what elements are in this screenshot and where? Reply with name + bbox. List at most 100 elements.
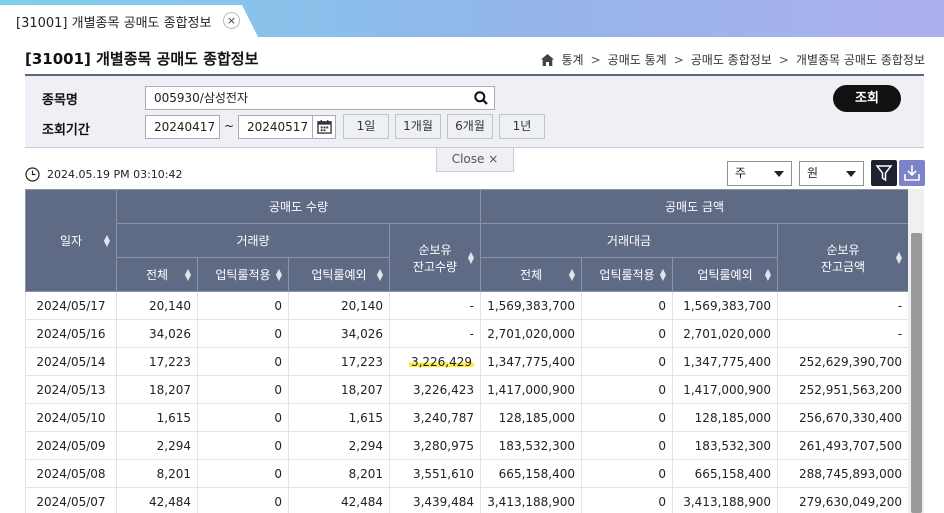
filter-button[interactable] xyxy=(871,160,897,186)
sort-icon: ▲ ▼ xyxy=(764,266,772,282)
table-cell: 3,413,188,900 xyxy=(480,487,583,513)
table-row[interactable]: 2024/05/07 42,484 0 42,484 3,439,484 3,413,18… xyxy=(25,487,910,513)
date-to-input[interactable]: 20240517 xyxy=(238,115,313,139)
table-cell: 3,413,188,900 xyxy=(672,487,779,513)
tab-active[interactable]: [31001] 개별종목 공매도 종합정보 × xyxy=(0,5,258,37)
col-header-qty-total[interactable]: 전체 ▲ ▼ xyxy=(116,257,198,292)
timestamp-text: 2024.05.19 PM 03:10:42 xyxy=(47,168,183,181)
breadcrumb-item[interactable]: 공매도 통계 xyxy=(608,51,667,68)
stock-search-value: 005930/삼성전자 xyxy=(154,91,249,105)
breadcrumb-item[interactable]: 통계 xyxy=(562,51,584,68)
col-header-amt-total[interactable]: 전체 ▲ ▼ xyxy=(480,257,583,292)
table-cell: 20,140 xyxy=(288,291,390,320)
table-cell: 261,493,707,500 xyxy=(777,431,910,460)
download-button[interactable] xyxy=(899,160,925,186)
table-cell: 2,701,020,000 xyxy=(480,319,583,348)
stock-search-input[interactable]: 005930/삼성전자 xyxy=(145,86,495,110)
vertical-scrollbar[interactable] xyxy=(908,189,924,513)
table-cell: 1,347,775,400 xyxy=(672,347,779,376)
tab-close-icon[interactable]: × xyxy=(223,12,240,29)
panel-close-button[interactable]: Close × xyxy=(436,148,514,172)
table-cell: 20,140 xyxy=(116,291,198,320)
table-row[interactable]: 2024/05/10 1,615 0 1,615 3,240,787 128,185,00… xyxy=(25,403,910,432)
cell-date: 2024/05/16 xyxy=(25,319,117,348)
breadcrumb: 통계 > 공매도 통계 > 공매도 종합정보 > 개별종목 공매도 종합정보 xyxy=(540,51,925,68)
sort-icon: ▲ ▼ xyxy=(184,266,191,282)
cell-date: 2024/05/13 xyxy=(25,375,117,404)
short-selling-table: 일자 ▲ ▼ 공매도 수량 공매도 금액 거래량 순보유 잔고수량 ▲ ▼ 거래대금… xyxy=(25,189,910,513)
table-row[interactable]: 2024/05/09 2,294 0 2,294 3,280,975 183,532,30… xyxy=(25,431,910,460)
table-cell: 288,745,893,000 xyxy=(777,459,910,488)
table-cell: 1,347,775,400 xyxy=(480,347,583,376)
chevron-right-icon: > xyxy=(673,52,684,67)
table-cell: 1,569,383,700 xyxy=(480,291,583,320)
period-1year-button[interactable]: 1년 xyxy=(499,114,545,139)
table-cell: - xyxy=(777,319,910,348)
table-cell: 665,158,400 xyxy=(672,459,779,488)
table-body: 2024/05/17 20,140 0 20,140-1,569,383,700 0 1,… xyxy=(25,291,910,513)
table-cell: - xyxy=(388,291,482,320)
table-cell: 3,280,975 xyxy=(388,431,482,460)
table-cell: 34,026 xyxy=(116,319,198,348)
table-cell: 3,240,787 xyxy=(388,403,482,432)
cell-date: 2024/05/09 xyxy=(25,431,117,460)
query-button[interactable]: 조회 xyxy=(833,85,901,112)
col-header-amt-uptick-apply[interactable]: 업틱룰적용 ▲ ▼ xyxy=(581,257,674,292)
table-cell: 34,026 xyxy=(288,319,390,348)
table-cell: 42,484 xyxy=(116,487,198,513)
table-row[interactable]: 2024/05/13 18,207 0 18,207 3,226,423 1,417,00… xyxy=(25,375,910,404)
table-cell: 0 xyxy=(581,403,674,432)
unit-select[interactable]: 주 xyxy=(727,161,792,186)
table-row[interactable]: 2024/05/14 17,223 0 17,223 3,226,429 1,347,77… xyxy=(25,347,910,376)
table-cell: 252,951,563,200 xyxy=(777,375,910,404)
subgroup-header-volume: 거래량 xyxy=(116,223,390,258)
cell-date: 2024/05/07 xyxy=(25,487,117,513)
chevron-right-icon: > xyxy=(778,52,789,67)
table-cell: 2,294 xyxy=(288,431,390,460)
breadcrumb-item[interactable]: 공매도 종합정보 xyxy=(691,51,772,68)
col-header-qty-balance[interactable]: 순보유 잔고수량 ▲ ▼ xyxy=(388,223,482,292)
home-icon[interactable] xyxy=(540,53,554,66)
search-panel: 종목명 005930/삼성전자 조회기간 20240417 ~ 20240517… xyxy=(25,76,924,148)
table-cell: 0 xyxy=(581,291,674,320)
scrollbar-thumb[interactable] xyxy=(911,233,922,513)
date-from-input[interactable]: 20240417 xyxy=(145,115,220,139)
table-cell: 17,223 xyxy=(288,347,390,376)
table-cell: 252,629,390,700 xyxy=(777,347,910,376)
period-6month-button[interactable]: 6개월 xyxy=(447,114,493,139)
table-cell: 3,551,610 xyxy=(388,459,482,488)
table-cell: 8,201 xyxy=(116,459,198,488)
table-cell: - xyxy=(777,291,910,320)
col-header-qty-uptick-except[interactable]: 업틱룰예외 ▲ ▼ xyxy=(288,257,390,292)
period-1month-button[interactable]: 1개월 xyxy=(395,114,441,139)
filter-icon xyxy=(875,165,893,182)
tab-strip: [31001] 개별종목 공매도 종합정보 × xyxy=(0,0,944,37)
currency-select[interactable]: 원 xyxy=(799,161,864,186)
table-cell: 665,158,400 xyxy=(480,459,583,488)
table-cell: 128,185,000 xyxy=(672,403,779,432)
table-row[interactable]: 2024/05/08 8,201 0 8,201 3,551,610 665,158,40… xyxy=(25,459,910,488)
table-cell: - xyxy=(388,319,482,348)
table-cell: 0 xyxy=(581,375,674,404)
stock-label: 종목명 xyxy=(42,93,78,108)
cell-date: 2024/05/14 xyxy=(25,347,117,376)
table-cell: 8,201 xyxy=(288,459,390,488)
table-cell: 0 xyxy=(197,459,289,488)
col-header-amt-balance[interactable]: 순보유 잔고금액 ▲ ▼ xyxy=(777,223,910,292)
chevron-right-icon: > xyxy=(590,52,601,67)
date-separator: ~ xyxy=(224,119,235,133)
period-1day-button[interactable]: 1일 xyxy=(343,114,389,139)
table-cell: 2,701,020,000 xyxy=(672,319,779,348)
col-header-amt-uptick-except[interactable]: 업틱룰예외 ▲ ▼ xyxy=(672,257,779,292)
search-icon[interactable] xyxy=(474,91,488,105)
chevron-down-icon xyxy=(846,171,856,177)
col-header-date[interactable]: 일자 ▲ ▼ xyxy=(25,189,117,292)
table-cell: 1,417,000,900 xyxy=(672,375,779,404)
calendar-button[interactable] xyxy=(312,115,336,139)
table-row[interactable]: 2024/05/16 34,026 0 34,026-2,701,020,000 0 2,… xyxy=(25,319,910,348)
unit-select-value: 주 xyxy=(735,166,747,180)
col-header-qty-uptick-apply[interactable]: 업틱룰적용 ▲ ▼ xyxy=(197,257,289,292)
table-row[interactable]: 2024/05/17 20,140 0 20,140-1,569,383,700 0 1,… xyxy=(25,291,910,320)
table-cell: 1,569,383,700 xyxy=(672,291,779,320)
cell-date: 2024/05/08 xyxy=(25,459,117,488)
